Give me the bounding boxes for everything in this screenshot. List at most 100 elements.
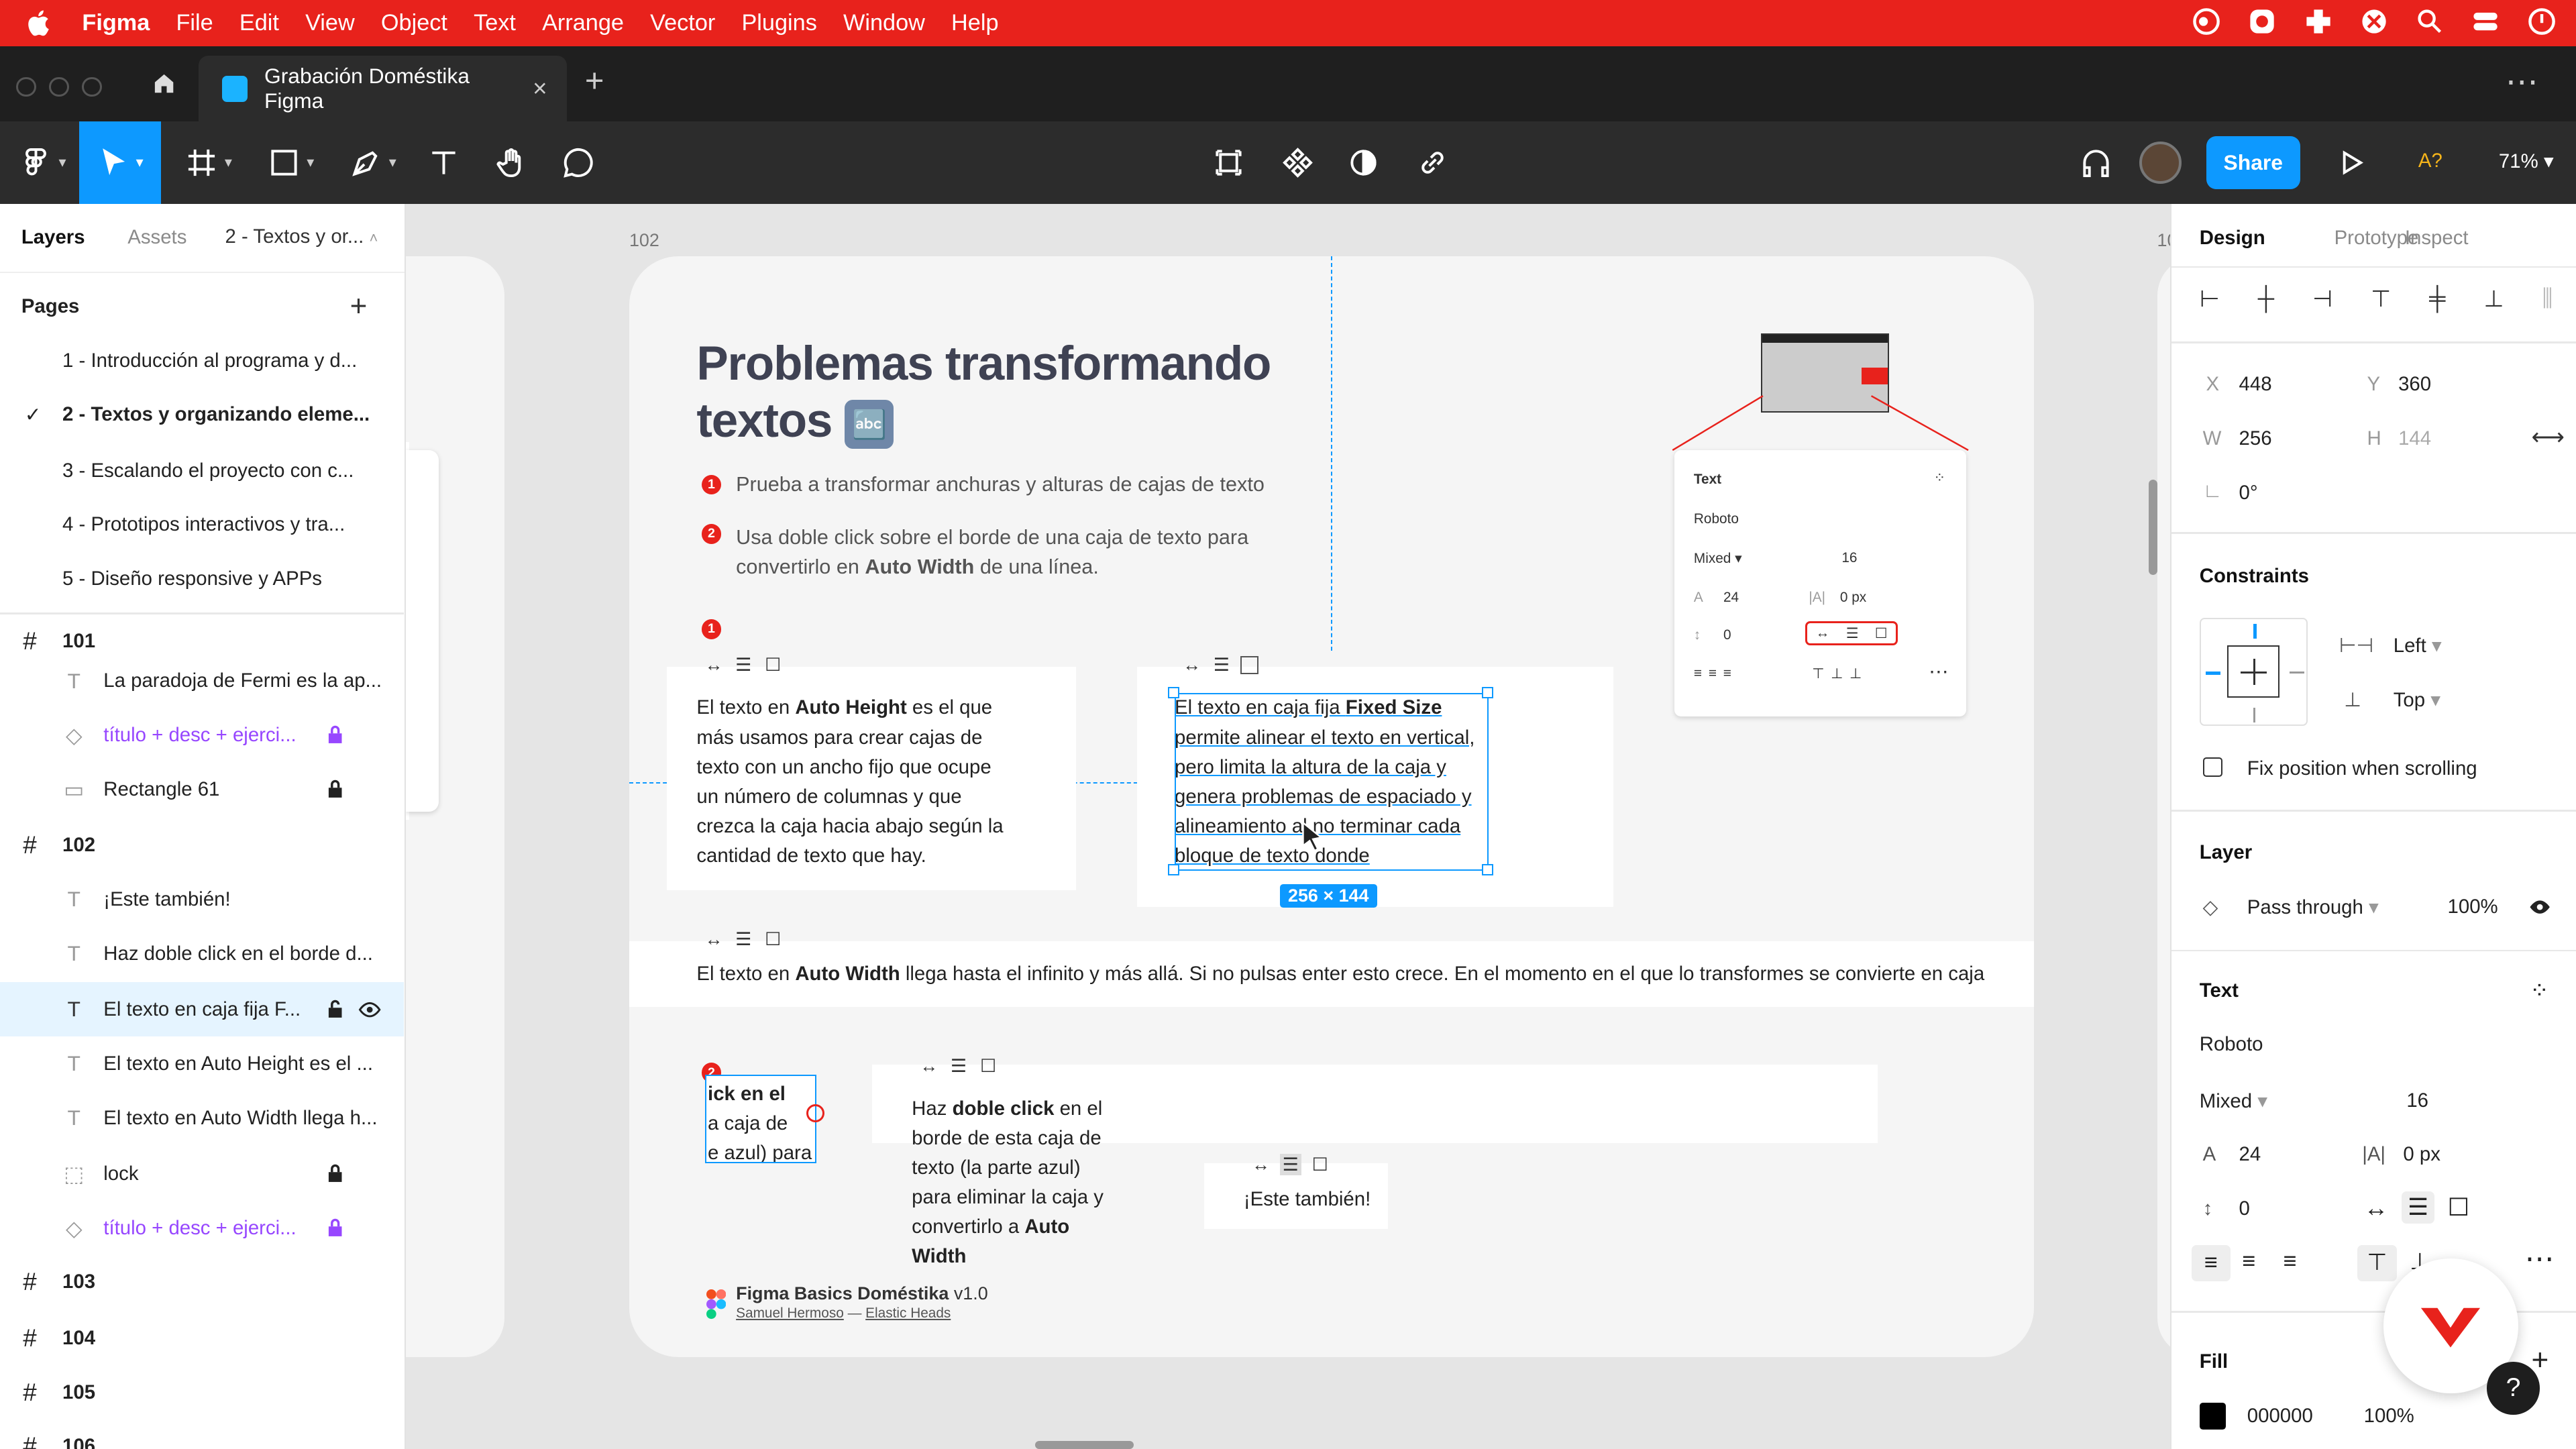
text-tool-button[interactable] [421,121,467,203]
auto-width-icon[interactable]: ↔ [1181,655,1203,676]
auto-width-icon[interactable]: ↔ [1250,1154,1272,1175]
new-tab-button[interactable]: + [585,62,604,100]
constrain-proportions-icon[interactable]: ⟷ [2531,424,2564,451]
layer-item[interactable]: ◇ título + desc + ejerci... [0,708,404,763]
v-constraint-select[interactable]: Top ▾ [2394,688,2440,712]
lock-icon[interactable] [325,725,345,745]
search-icon[interactable] [2415,7,2445,36]
menu-edit[interactable]: Edit [226,10,292,36]
auto-height-icon[interactable]: ☰ [733,655,754,676]
frame-103-partial[interactable] [2157,256,2171,1357]
auto-height-text[interactable]: El texto en Auto Height es el que más us… [696,693,1017,870]
apple-icon[interactable] [23,7,56,40]
blend-select[interactable]: Pass through ▾ [2247,896,2379,919]
resize-mode-toolbar[interactable]: ↔ ☰ ☐ [918,1053,999,1079]
hand-tool-button[interactable] [490,121,536,203]
font-size-field[interactable]: 16 [2406,1089,2428,1112]
width-field[interactable]: 256 [2239,427,2272,450]
more-icon[interactable]: ⋯ [2525,1242,2555,1276]
constraint-left-active[interactable] [2206,672,2221,676]
auto-width-icon[interactable]: ↔ [703,929,724,951]
menu-object[interactable]: Object [368,10,460,36]
menu-text[interactable]: Text [461,10,529,36]
fill-opacity-field[interactable]: 100% [2364,1405,2414,1428]
home-tab[interactable] [131,46,197,122]
avatar[interactable] [2139,141,2182,184]
also-text[interactable]: ¡Este también! [1244,1185,1371,1214]
auto-width-icon[interactable]: ↔ [918,1055,940,1077]
menu-vector[interactable]: Vector [637,10,729,36]
fixed-size-icon[interactable]: ☐ [977,1055,999,1077]
page-item-3[interactable]: 3 - Escalando el proyecto con c... [0,443,404,498]
menu-window[interactable]: Window [830,10,938,36]
auto-height-icon[interactable]: ☰ [948,1055,969,1077]
align-center-h-icon[interactable]: ┼ [2258,286,2274,313]
resize-handle[interactable] [1481,686,1494,698]
window-close-button[interactable] [16,77,36,97]
tab-inspect[interactable]: Inspect [2405,227,2469,250]
fixed-size-icon[interactable]: ☐ [1309,1154,1331,1175]
resize-mode-toolbar[interactable]: ↔ ☰ [1181,652,1258,678]
resize-handle[interactable] [1168,686,1180,698]
lock-icon[interactable] [325,1164,345,1183]
main-menu-button[interactable]: ▾ [7,121,79,203]
tab-assets[interactable]: Assets [85,226,186,249]
hover-target-icon[interactable] [806,1104,825,1122]
horizontal-scrollbar[interactable] [1034,1440,1134,1449]
constraint-right[interactable] [2289,672,2305,674]
tab-layers[interactable]: Layers [0,226,85,249]
layer-item[interactable]: T El texto en Auto Height es el ... [0,1036,404,1091]
page-item-5[interactable]: 5 - Diseño responsive y APPs [0,552,404,606]
layer-opacity[interactable]: 100% [2448,896,2498,918]
layer-item[interactable]: T ¡Este también! [0,872,404,926]
layer-frame-104[interactable]: #104 [0,1311,404,1365]
align-left-icon[interactable]: ⊢ [2200,286,2220,313]
shape-tool-button[interactable]: ▾ [256,121,325,203]
distribute-icon[interactable]: ⫼ [2542,286,2553,313]
paragraph-spacing-field[interactable]: 0 [2239,1197,2250,1220]
font-weight-select[interactable]: Mixed ▾ [2200,1089,2267,1113]
move-tool-button[interactable]: ▾ [78,121,161,204]
height-field[interactable]: 144 [2398,427,2431,450]
page-selector[interactable]: 2 - Textos y or... ˄ [225,225,378,248]
font-family-select[interactable]: Roboto [2200,1033,2263,1056]
resize-handle[interactable] [1168,864,1180,876]
present-button[interactable] [2330,121,2373,203]
align-bottom-icon[interactable]: ⊥ [2484,286,2504,313]
control-center-icon[interactable] [2471,7,2500,36]
lock-icon[interactable] [325,780,345,799]
frame-label-102[interactable]: 102 [629,230,659,251]
add-page-button[interactable]: + [350,290,368,323]
page-item-2[interactable]: ✓ 2 - Textos y organizando eleme... [0,388,404,442]
layer-item[interactable]: ▭ Rectangle 61 [0,762,404,816]
resize-mode-toolbar[interactable]: ↔ ☰ ☐ [1250,1152,1331,1178]
layer-item[interactable]: T Haz doble click en el borde d... [0,926,404,981]
constraint-top-active[interactable] [2253,624,2257,639]
align-text-center-icon[interactable]: ≡ [2242,1248,2255,1275]
floating-widget-partial[interactable] [405,450,439,812]
canvas[interactable]: 10 102 Problemas transformando textos 🔤 … [405,203,2171,1449]
audio-button[interactable] [2074,121,2120,203]
mask-button[interactable] [1340,121,1387,203]
fill-hex-field[interactable]: 000000 [2247,1405,2313,1428]
menu-app[interactable]: Figma [69,10,163,36]
menu-file[interactable]: File [163,10,226,36]
vertical-scrollbar[interactable] [2149,480,2157,576]
constraint-bottom[interactable] [2253,708,2255,723]
share-button[interactable]: Share [2206,136,2300,189]
double-click-text[interactable]: Haz doble click en el borde de esta caja… [912,1094,1112,1271]
page-item-4[interactable]: 4 - Prototipos interactivos y tra... [0,498,404,552]
fix-scroll-checkbox[interactable] [2202,757,2223,777]
page-item-1[interactable]: 1 - Introducción al programa y d... [0,333,404,388]
creative-cloud-icon[interactable] [2192,7,2221,36]
unlock-icon[interactable] [325,1000,345,1019]
layer-item[interactable]: T El texto en Auto Width llega h... [0,1091,404,1145]
tab-active-file[interactable]: Grabación Doméstika Figma × [199,56,567,122]
x-field[interactable]: 448 [2239,373,2272,396]
link-button[interactable] [1409,121,1456,203]
rotation-field[interactable]: 0° [2239,482,2258,504]
h-constraint-select[interactable]: Left ▾ [2394,634,2442,657]
pen-tool-button[interactable]: ▾ [338,121,407,203]
layer-frame-103[interactable]: #103 [0,1255,404,1309]
shortcut-icon[interactable] [2359,7,2389,36]
